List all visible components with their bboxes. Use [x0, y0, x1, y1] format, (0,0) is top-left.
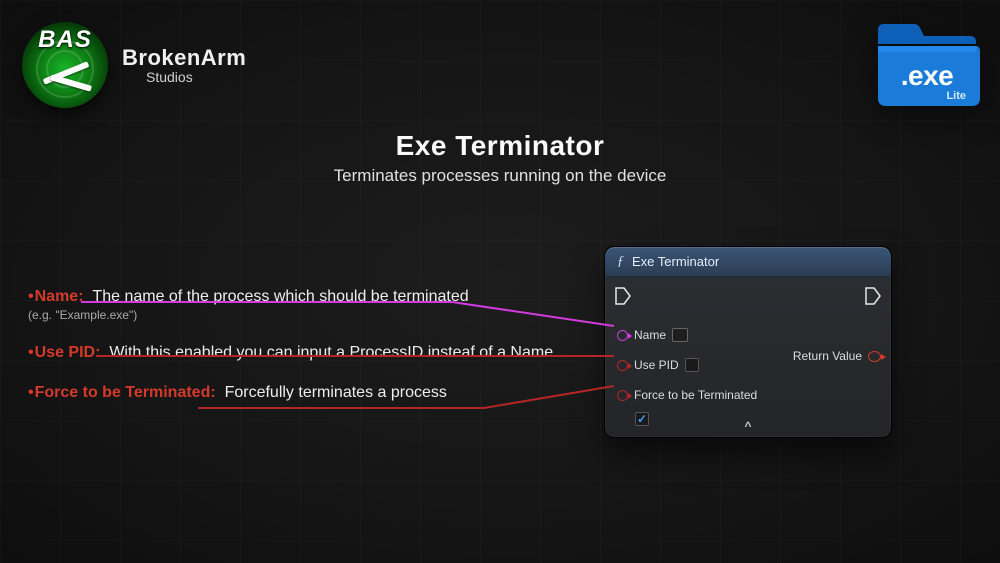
- desc-name-note: (e.g. "Example.exe"): [28, 308, 568, 322]
- exe-lite-label: Lite: [946, 90, 966, 102]
- pin-name[interactable]: [617, 330, 628, 341]
- desc-name-key: Name:: [28, 288, 84, 305]
- page-subtitle: Terminates processes running on the devi…: [0, 166, 1000, 186]
- usepid-checkbox[interactable]: [685, 358, 699, 372]
- desc-usepid-key: Use PID:: [28, 344, 100, 361]
- pin-force[interactable]: [617, 390, 628, 401]
- pin-return-label: Return Value: [793, 349, 862, 363]
- node-expand-toggle[interactable]: ^: [605, 419, 891, 433]
- node-title: Exe Terminator: [632, 254, 719, 269]
- desc-force: Force to be Terminated: Forcefully termi…: [28, 384, 568, 402]
- node-header[interactable]: ƒ Exe Terminator: [605, 247, 891, 277]
- name-input[interactable]: [672, 328, 688, 342]
- brand-title: BrokenArm: [122, 45, 246, 71]
- desc-name: Name: The name of the process which shou…: [28, 288, 568, 322]
- exe-label: .exe: [872, 60, 982, 92]
- pin-name-label: Name: [634, 328, 666, 342]
- input-force-row: Force to be Terminated: [617, 385, 879, 405]
- brand-subtitle: Studios: [146, 69, 246, 85]
- pin-usepid-label: Use PID: [634, 358, 679, 372]
- pin-usepid[interactable]: [617, 360, 628, 371]
- page-heading: Exe Terminator Terminates processes runn…: [0, 130, 1000, 186]
- pin-return[interactable]: [868, 351, 881, 362]
- output-return-row: Return Value: [793, 349, 881, 363]
- input-name-row: Name: [617, 325, 879, 345]
- exe-folder-icon: .exe Lite: [872, 14, 982, 110]
- desc-force-key: Force to be Terminated:: [28, 384, 216, 401]
- desc-usepid-text: With this enabled you can input a Proces…: [105, 344, 553, 361]
- desc-name-text: The name of the process which should be …: [88, 288, 469, 305]
- exec-pin-out[interactable]: [865, 287, 881, 305]
- brand-logo: BAS BrokenArm Studios: [22, 22, 246, 108]
- desc-usepid: Use PID: With this enabled you can input…: [28, 344, 568, 362]
- bas-badge: BAS: [22, 22, 108, 108]
- desc-force-text: Forcefully terminates a process: [220, 384, 447, 401]
- page-title: Exe Terminator: [0, 130, 1000, 162]
- chevron-up-icon: ^: [744, 419, 751, 433]
- blueprint-node[interactable]: ƒ Exe Terminator Name Use PID: [604, 246, 892, 438]
- pin-force-label: Force to be Terminated: [634, 388, 757, 402]
- bas-badge-text: BAS: [38, 26, 92, 54]
- function-icon: ƒ: [617, 254, 624, 270]
- parameter-descriptions: Name: The name of the process which shou…: [28, 288, 568, 424]
- exec-pin-in[interactable]: [615, 287, 631, 305]
